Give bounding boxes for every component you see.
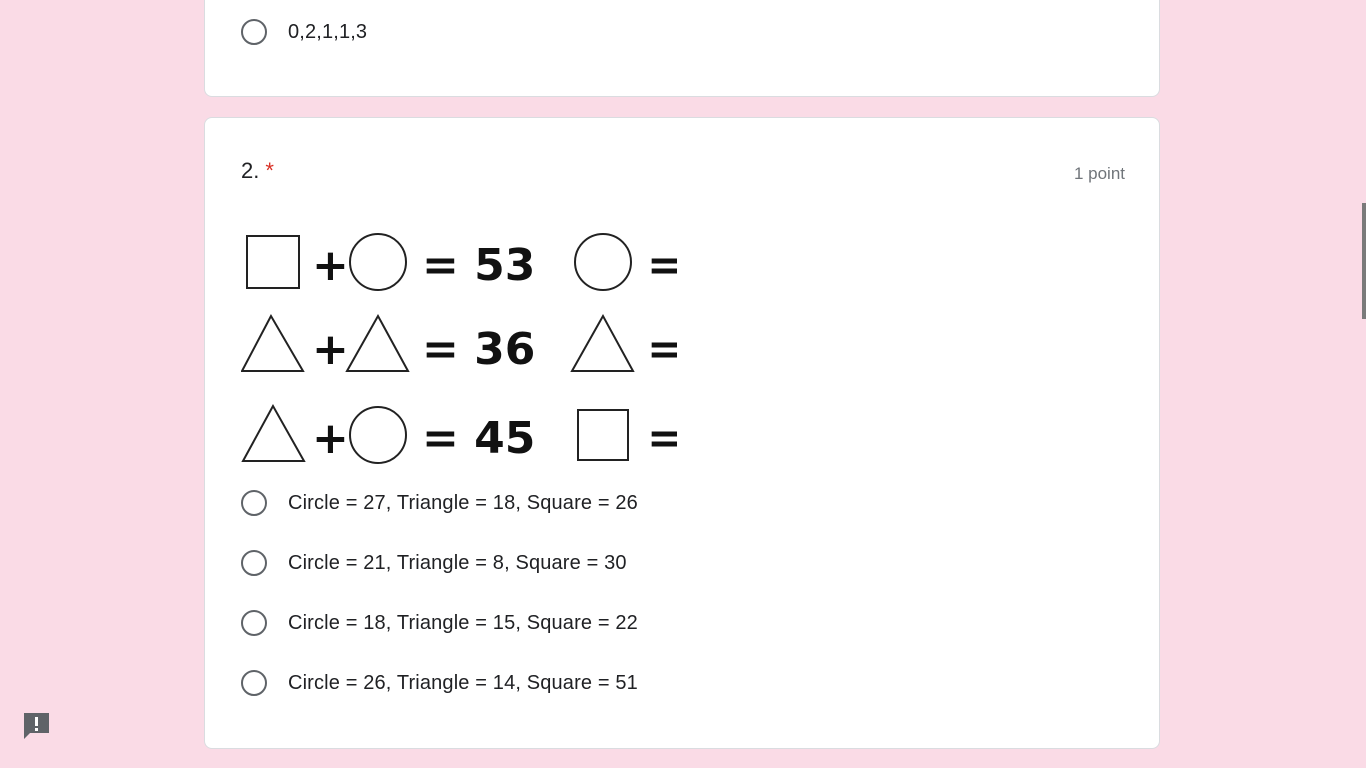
question-number: 2. <box>241 158 260 183</box>
puzzle-svg: + + + = 53 = 36 = 45 = = = <box>241 233 677 464</box>
question-title: 2. * <box>241 158 274 184</box>
option-label: Circle = 18, Triangle = 15, Square = 22 <box>288 611 638 634</box>
question-2-card: 2. * 1 point + + + = 53 = 36 = 45 = = = … <box>204 117 1160 749</box>
option-label: Circle = 27, Triangle = 18, Square = 26 <box>288 491 638 514</box>
radio-button[interactable] <box>241 610 267 636</box>
triangle-shape <box>241 313 305 372</box>
circle-shape <box>349 233 407 291</box>
required-asterisk: * <box>265 158 274 183</box>
radio-button[interactable] <box>241 19 267 45</box>
radio-button[interactable] <box>241 550 267 576</box>
triangle-shape <box>241 403 306 462</box>
equals-sign: = <box>647 413 677 464</box>
question-2-option-1[interactable]: Circle = 27, Triangle = 18, Square = 26 <box>241 487 638 519</box>
plus-sign: + <box>312 324 349 375</box>
question-2-option-4[interactable]: Circle = 26, Triangle = 14, Square = 51 <box>241 667 638 699</box>
radio-button[interactable] <box>241 670 267 696</box>
option-label: Circle = 21, Triangle = 8, Square = 30 <box>288 551 627 574</box>
radio-button[interactable] <box>241 490 267 516</box>
shape-equation-puzzle-image: + + + = 53 = 36 = 45 = = = <box>241 230 677 468</box>
equation-result: = 53 <box>422 240 535 291</box>
circle-shape <box>574 233 632 291</box>
option-label: 0,2,1,1,3 <box>288 20 368 43</box>
triangle-shape <box>345 313 410 372</box>
equals-sign: = <box>647 240 677 291</box>
triangle-shape <box>570 313 635 372</box>
question-points: 1 point <box>1073 164 1125 183</box>
scrollbar-thumb[interactable] <box>1362 203 1366 319</box>
question-2-option-2[interactable]: Circle = 21, Triangle = 8, Square = 30 <box>241 547 627 579</box>
exclamation-feedback-icon <box>24 713 49 739</box>
report-button[interactable] <box>21 710 52 741</box>
square-shape <box>577 409 629 461</box>
plus-sign: + <box>312 240 349 291</box>
option-label: Circle = 26, Triangle = 14, Square = 51 <box>288 671 638 694</box>
question-1-card: 0,2,1,1,3 <box>204 0 1160 97</box>
equals-sign: = <box>647 324 677 375</box>
plus-sign: + <box>312 413 349 464</box>
equation-result: = 45 <box>422 413 535 464</box>
equation-result: = 36 <box>422 324 535 375</box>
question-2-option-3[interactable]: Circle = 18, Triangle = 15, Square = 22 <box>241 607 638 639</box>
circle-shape <box>349 406 407 464</box>
question-1-option-5[interactable]: 0,2,1,1,3 <box>241 16 367 48</box>
square-shape <box>246 235 300 289</box>
